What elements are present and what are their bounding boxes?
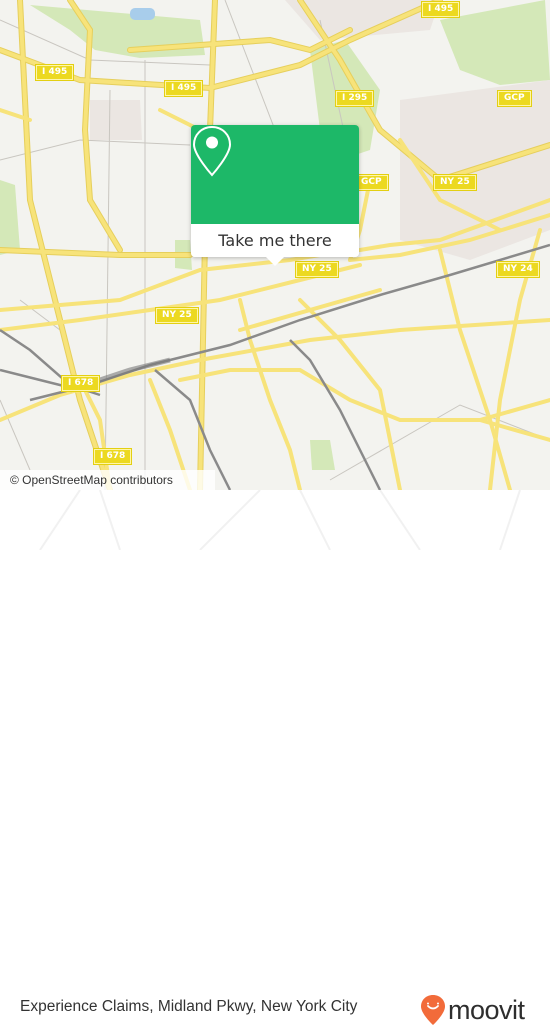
map-attribution[interactable]: © OpenStreetMap contributors xyxy=(0,470,215,490)
road xyxy=(478,398,550,422)
road xyxy=(438,248,512,490)
road-shield-i295: I 295 xyxy=(334,90,375,107)
lake xyxy=(130,8,155,20)
road xyxy=(238,288,382,332)
location-popup: Take me there xyxy=(191,125,359,266)
road-shield-gcp: GCP xyxy=(354,174,389,191)
location-caption: Experience Claims, Midland Pkwy, New Yor… xyxy=(20,998,358,1015)
road-shield-ny24: NY 24 xyxy=(496,261,540,278)
moovit-wordmark: moovit xyxy=(448,994,525,1025)
moovit-pin-smile-icon xyxy=(421,995,445,1025)
popup-header xyxy=(191,125,359,224)
rail-line xyxy=(289,339,382,490)
road-shield-i678: I 678 xyxy=(60,375,101,392)
map[interactable]: I 495 I 495 I 495 I 295 GCP GCP NY 25 NY… xyxy=(0,0,550,490)
road-shield-ny25: NY 25 xyxy=(295,261,339,278)
road-shield-i678: I 678 xyxy=(92,448,133,465)
moovit-logo[interactable]: moovit xyxy=(420,990,525,1030)
park xyxy=(310,440,335,470)
road-shield-ny25: NY 25 xyxy=(155,307,199,324)
footer: Experience Claims, Midland Pkwy, New Yor… xyxy=(0,490,550,1025)
popup-pointer xyxy=(266,257,284,266)
road-shield-gcp: GCP xyxy=(497,90,532,107)
take-me-there-button[interactable]: Take me there xyxy=(191,224,359,257)
road-shield-i495: I 495 xyxy=(420,1,461,18)
park xyxy=(30,5,205,58)
park xyxy=(0,180,20,255)
road-shield-i495: I 495 xyxy=(163,80,204,97)
map-pin-icon xyxy=(192,125,232,177)
road-shield-ny25: NY 25 xyxy=(433,174,477,191)
footer-background-pattern xyxy=(39,490,521,550)
road-shield-i495: I 495 xyxy=(34,64,75,81)
railways xyxy=(0,243,550,490)
